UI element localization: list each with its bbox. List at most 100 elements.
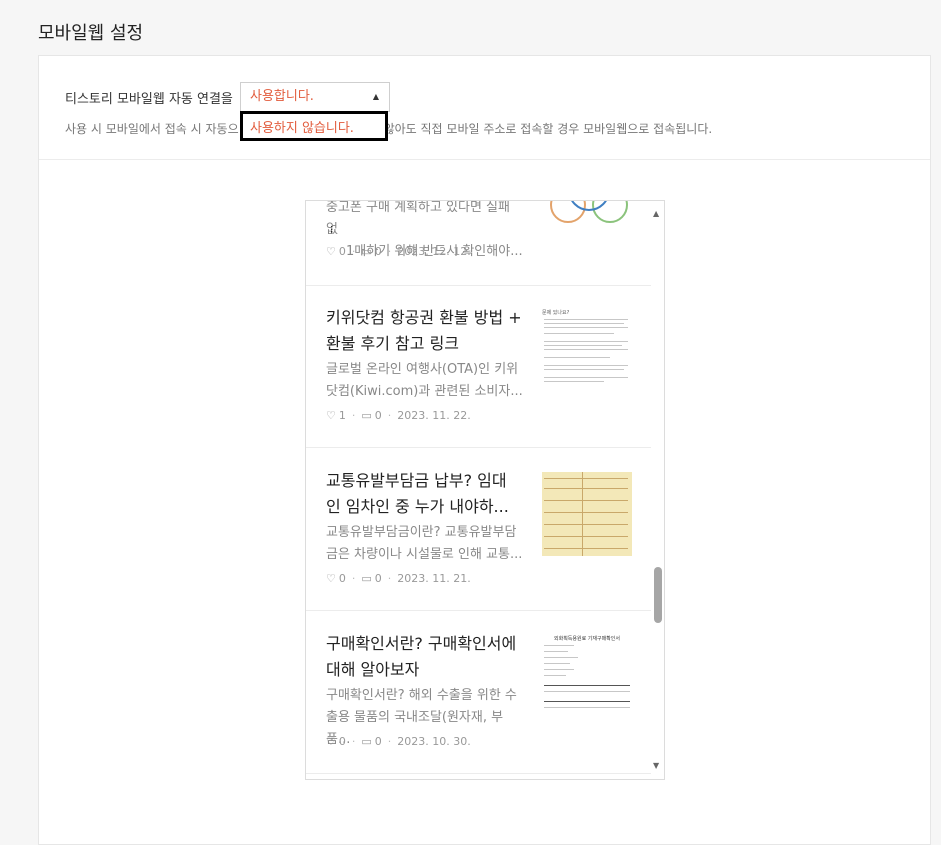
comment-icon: ▭ (361, 409, 372, 422)
post-thumbnail: 문제 있나요? (542, 309, 632, 393)
like-count: 0 (338, 245, 346, 258)
meta-separator: · (351, 572, 356, 585)
post-date: 2023. 12. 12. (397, 245, 471, 258)
scroll-down-icon[interactable]: ▼ (653, 761, 659, 770)
doc-line (544, 669, 574, 670)
doc-line (544, 685, 630, 686)
meta-separator: · (351, 735, 356, 748)
option-not-use[interactable]: 사용하지 않습니다. (250, 117, 354, 136)
doc-line (544, 327, 628, 328)
post-thumbnail (542, 201, 632, 241)
post-summary: 교통유발부담금이란? 교통유발부담 금은 차량이나 시설물로 인해 교통... (326, 522, 526, 566)
list-item[interactable]: 키위닷컴 항공권 환불 방법 + 환불 후기 참고 링크 글로벌 온라인 여행사… (306, 285, 651, 448)
meta-separator: · (387, 245, 392, 258)
doc-line (582, 472, 583, 556)
comment-count: 0 (374, 245, 382, 258)
thumbnail-heading: 문제 있나요? (542, 310, 570, 316)
meta-separator: · (387, 409, 392, 422)
help-text-left: 사용 시 모바일에서 접속 시 자동으 (65, 122, 239, 136)
post-summary-line: 구매확인서란? 해외 수출을 위한 수 (326, 688, 517, 703)
list-item[interactable]: 중고폰 구매 계획하고 있다면 실패 없 1매하기 위해 반드시 확인해야...… (306, 200, 651, 286)
post-title-line: 교통유발부담금 납부? 임대 (326, 471, 507, 490)
doc-line (544, 651, 568, 652)
comment-count: 0 (374, 572, 382, 585)
post-title-line: 환불 후기 참고 링크 (326, 334, 460, 353)
post-meta: ♡ 1 · ▭ 0 · 2023. 11. 22. (326, 409, 471, 422)
post-date: 2023. 11. 22. (397, 409, 471, 422)
heart-icon: ♡ (326, 245, 336, 258)
post-summary-line: 금은 차량이나 시설물로 인해 교통... (326, 547, 523, 562)
help-text-right: 용하지 않아도 직접 모바일 주소로 접속할 경우 모바일웹으로 접속됩니다. (346, 122, 713, 136)
doc-line (544, 548, 628, 549)
doc-line (544, 707, 630, 708)
page-title: 모바일웹 설정 (38, 23, 144, 44)
preview-scrollbar[interactable]: ▲ ▼ (651, 201, 664, 779)
doc-line (544, 478, 628, 479)
meta-separator: · (351, 409, 356, 422)
doc-line (544, 645, 574, 646)
post-thumbnail (542, 472, 632, 556)
post-meta: ♡ 0 · ▭ 0 · 2023. 12. 12. (326, 245, 471, 258)
post-meta: ♡ 0 · ▭ 0 · 2023. 11. 21. (326, 572, 471, 585)
heart-icon: ♡ (326, 735, 336, 748)
help-text: 사용 시 모바일에서 접속 시 자동으 용하지 않아도 직접 모바일 주소로 접속… (65, 120, 712, 137)
comment-icon: ▭ (361, 245, 372, 258)
post-title-line: 키위닷컴 항공권 환불 방법 + (326, 308, 522, 327)
heart-icon: ♡ (326, 572, 336, 585)
post-title[interactable]: 키위닷컴 항공권 환불 방법 + 환불 후기 참고 링크 (326, 305, 536, 357)
doc-line (544, 333, 614, 334)
like-count: 0 (338, 735, 346, 748)
post-summary-line: 글로벌 온라인 여행사(OTA)인 키위 (326, 362, 519, 377)
comment-count: 0 (374, 409, 382, 422)
scroll-up-icon[interactable]: ▲ (653, 209, 659, 218)
doc-line (544, 691, 630, 692)
meta-separator: · (387, 735, 392, 748)
post-title-line: 구매확인서란? 구매확인서에 (326, 634, 517, 653)
select-dropdown: 사용하지 않습니다. (240, 111, 388, 141)
doc-line (544, 657, 578, 658)
comment-icon: ▭ (361, 735, 372, 748)
scroll-thumb[interactable] (654, 567, 662, 623)
post-summary: 글로벌 온라인 여행사(OTA)인 키위 닷컴(Kiwi.com)과 관련된 소… (326, 359, 526, 403)
post-meta: ♡ 0 · ▭ 0 · 2023. 10. 30. (326, 735, 471, 748)
caret-up-icon: ▲ (372, 92, 379, 101)
auto-connect-label: 티스토리 모바일웹 자동 연결을 (65, 92, 233, 107)
like-count: 0 (338, 572, 346, 585)
mobile-preview[interactable]: 중고폰 구매 계획하고 있다면 실패 없 1매하기 위해 반드시 확인해야...… (305, 200, 665, 780)
post-title[interactable]: 구매확인서란? 구매확인서에 대해 알아보자 (326, 631, 536, 683)
list-item[interactable]: 교통유발부담금 납부? 임대 인 임차인 중 누가 내야하... 교통유발부담금… (306, 448, 651, 611)
post-date: 2023. 11. 21. (397, 572, 471, 585)
doc-line (544, 675, 566, 676)
doc-line (544, 349, 628, 350)
thumbnail-heading: 외화획득용원료 기재구매확인서 (554, 636, 620, 642)
doc-line (544, 500, 628, 501)
meta-separator: · (387, 572, 392, 585)
divider (39, 159, 930, 160)
select-value: 사용합니다. (250, 89, 314, 104)
post-thumbnail: 외화획득용원료 기재구매확인서 (542, 635, 632, 719)
doc-line (544, 357, 610, 358)
doc-line (544, 319, 628, 320)
like-count: 1 (338, 409, 346, 422)
doc-line (544, 369, 624, 370)
doc-line (544, 512, 628, 513)
doc-line (544, 663, 570, 664)
post-title-line: 대해 알아보자 (326, 660, 420, 679)
doc-line (544, 701, 630, 702)
heart-icon: ♡ (326, 409, 336, 422)
list-item[interactable]: 구매확인서란? 구매확인서에 대해 알아보자 구매확인서란? 해외 수출을 위한… (306, 611, 651, 774)
doc-line (544, 536, 628, 537)
post-date: 2023. 10. 30. (397, 735, 471, 748)
settings-panel: 티스토리 모바일웹 자동 연결을 사용합니다. ▲ 사용 시 모바일에서 접속 … (38, 55, 931, 845)
post-title[interactable]: 교통유발부담금 납부? 임대 인 임차인 중 누가 내야하... (326, 468, 536, 520)
doc-line (544, 365, 628, 366)
doc-line (544, 377, 628, 378)
post-summary-line: 닷컴(Kiwi.com)과 관련된 소비자... (326, 384, 523, 399)
auto-connect-select[interactable]: 사용합니다. ▲ (240, 82, 390, 112)
cursor-icon: ⁝ (330, 223, 334, 236)
doc-line (544, 381, 604, 382)
doc-line (544, 524, 628, 525)
post-summary-line: 중고폰 구매 계획하고 있다면 실패 없 (326, 200, 510, 237)
comment-icon: ▭ (361, 572, 372, 585)
doc-line (544, 323, 624, 324)
